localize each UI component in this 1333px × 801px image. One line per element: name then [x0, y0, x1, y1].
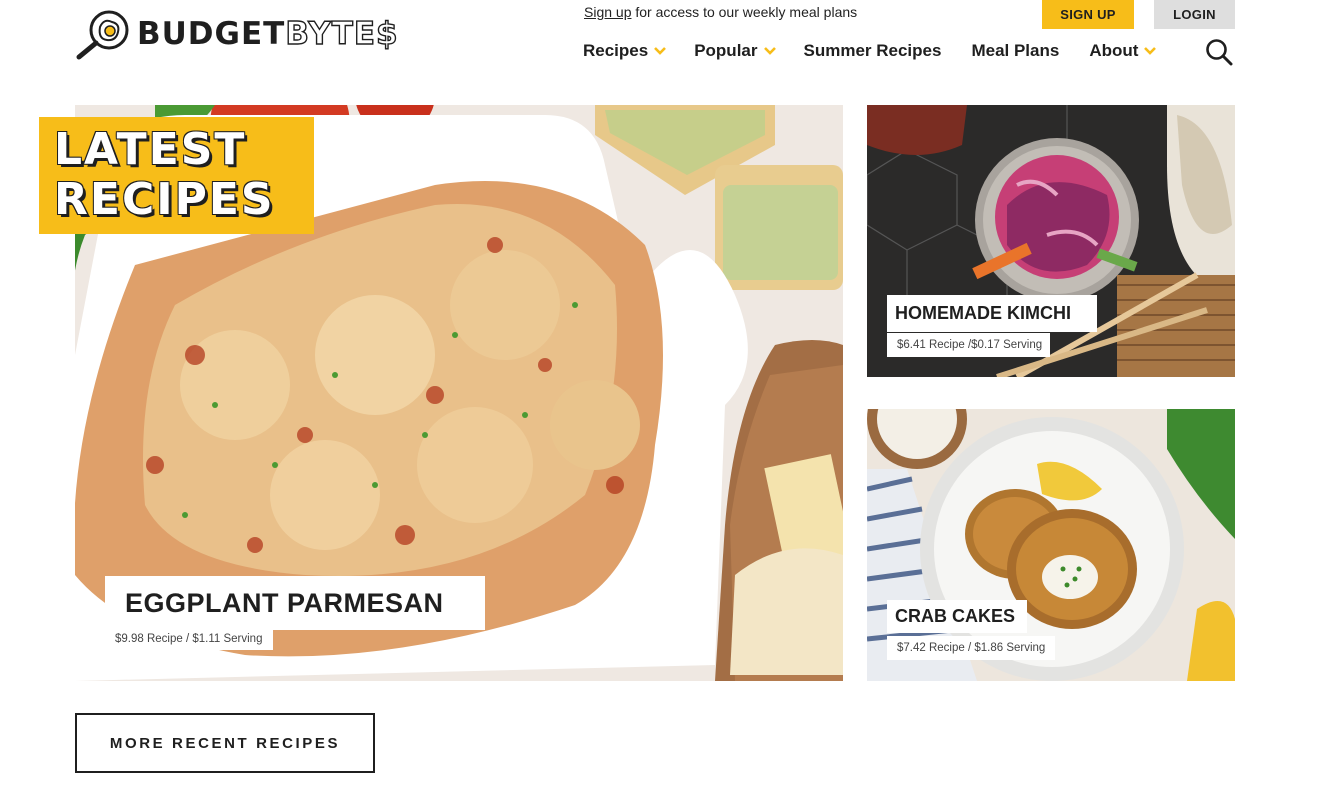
- recipe-price-homemade-kimchi: $6.41 Recipe /$0.17 Serving: [887, 333, 1050, 357]
- chevron-down-icon: [1144, 47, 1157, 55]
- logo-word-bytes: BYTE$: [285, 15, 399, 52]
- login-button[interactable]: LOGIN: [1154, 0, 1235, 29]
- nav-label: About: [1089, 41, 1139, 60]
- nav-label: Popular: [694, 41, 758, 60]
- nav-item-summer-recipes[interactable]: Summer Recipes: [804, 41, 942, 61]
- signup-link[interactable]: Sign up: [584, 4, 631, 20]
- latest-recipes-line2: RECIPES: [54, 174, 275, 225]
- frying-pan-icon: [76, 10, 129, 60]
- nav-item-recipes[interactable]: Recipes: [583, 41, 667, 61]
- chevron-down-icon: [654, 47, 667, 55]
- recipe-title-crab-cakes[interactable]: CRAB CAKES: [887, 600, 1027, 633]
- more-recent-recipes-button[interactable]: MORE RECENT RECIPES: [75, 713, 375, 773]
- logo-wordmark: BUDGETBYTE$: [137, 15, 399, 52]
- logo-word-budget: BUDGET: [137, 15, 286, 52]
- recipe-price-eggplant-parmesan: $9.98 Recipe / $1.11 Serving: [105, 628, 273, 650]
- signup-note: Sign up for access to our weekly meal pl…: [584, 4, 857, 20]
- search-icon[interactable]: [1205, 38, 1233, 66]
- recipe-title-eggplant-parmesan[interactable]: EGGPLANT PARMESAN: [105, 576, 485, 630]
- nav-label: Meal Plans: [971, 41, 1060, 60]
- main-nav: Recipes Popular Summer Recipes Meal Plan…: [583, 40, 1157, 62]
- nav-item-about[interactable]: About: [1089, 41, 1157, 61]
- recipe-title-homemade-kimchi[interactable]: HOMEMADE KIMCHI: [887, 295, 1097, 332]
- sign-up-button[interactable]: SIGN UP: [1042, 0, 1134, 29]
- latest-recipes-badge: LATEST RECIPES: [39, 117, 314, 234]
- nav-label: Summer Recipes: [803, 41, 942, 60]
- site-logo[interactable]: BUDGETBYTE$: [75, 8, 399, 60]
- recipe-price-crab-cakes: $7.42 Recipe / $1.86 Serving: [887, 636, 1055, 660]
- nav-item-popular[interactable]: Popular: [694, 41, 776, 61]
- latest-recipes-line1: LATEST: [54, 124, 247, 175]
- nav-item-meal-plans[interactable]: Meal Plans: [971, 41, 1059, 61]
- nav-label: Recipes: [583, 41, 649, 60]
- signup-note-text: for access to our weekly meal plans: [631, 4, 858, 20]
- chevron-down-icon: [763, 47, 776, 55]
